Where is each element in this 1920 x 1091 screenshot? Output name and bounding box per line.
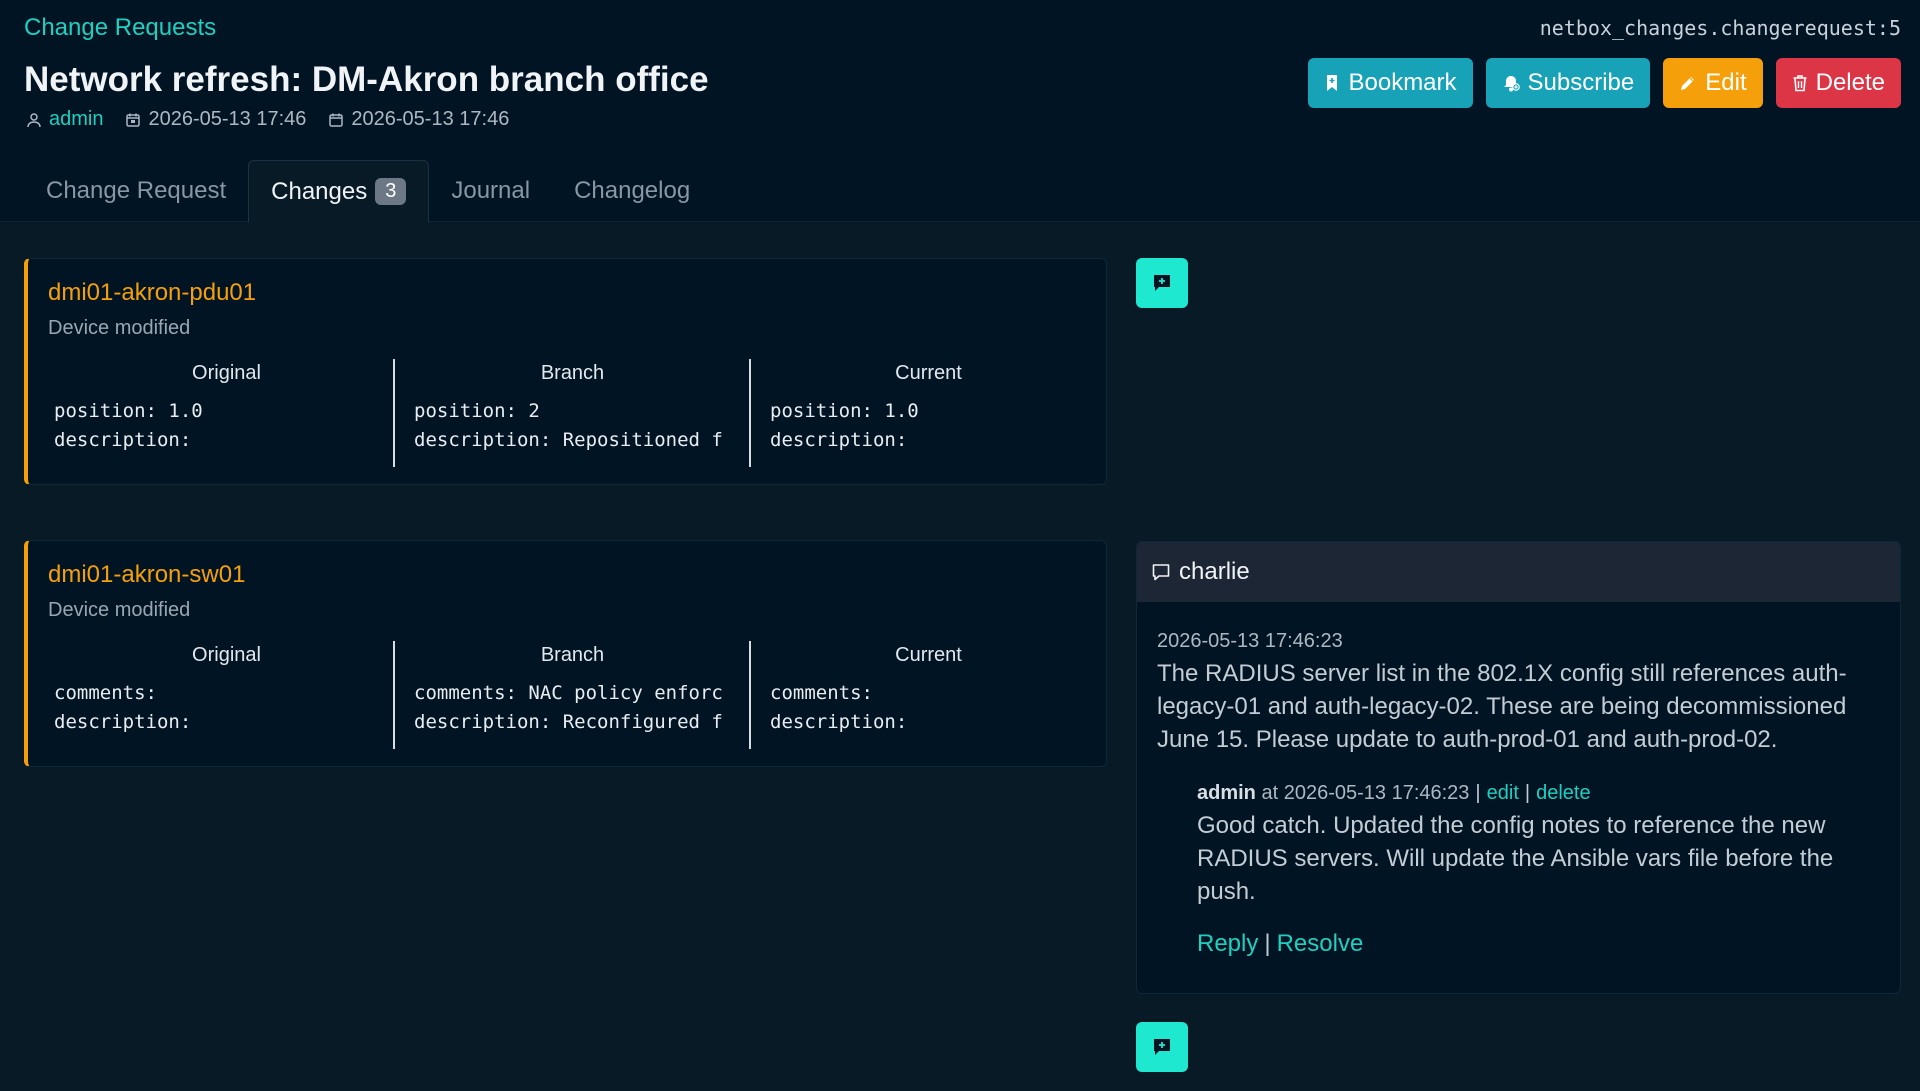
tab-label: Change Request	[46, 177, 227, 204]
tab-change-request[interactable]: Change Request	[24, 160, 248, 222]
tab-label: Changes	[271, 177, 368, 205]
column-header-original: Original	[192, 362, 261, 384]
meta-modified-date: 2026-05-13 17:46	[351, 108, 510, 130]
subscribe-label: Subscribe	[1527, 69, 1635, 96]
thread-header: charlie	[1137, 542, 1900, 602]
comment-add-icon	[1154, 1039, 1170, 1055]
user-icon	[27, 112, 41, 127]
comment-text: The RADIUS server list in the 802.1X con…	[1157, 660, 1847, 753]
tab-label: Journal	[451, 177, 531, 204]
diff-current-values: position: 1.0 description:	[770, 400, 919, 451]
bookmark-label: Bookmark	[1348, 69, 1457, 96]
add-comment-button[interactable]	[1136, 1022, 1188, 1072]
tab-journal[interactable]: Journal	[429, 160, 552, 222]
thread-author: charlie	[1179, 558, 1250, 585]
page-header: Change Requests netbox_changes.changereq…	[0, 0, 1920, 223]
comment-reply: admin at 2026-05-13 17:46:23 | edit | delete…	[1197, 782, 1880, 958]
diff-current: Current position: 1.0 description:	[749, 359, 1106, 467]
change-action: Device modified	[48, 317, 191, 339]
action-buttons: Bookmark Subscribe Edit Delete	[1308, 58, 1901, 108]
reply-delete-link[interactable]: delete	[1536, 782, 1591, 804]
edit-button[interactable]: Edit	[1663, 58, 1763, 108]
delete-button[interactable]: Delete	[1775, 58, 1901, 108]
reply-timestamp: at 2026-05-13 17:46:23	[1261, 782, 1470, 804]
breadcrumb[interactable]: Change Requests	[24, 14, 216, 42]
calendar-edit-icon	[329, 113, 344, 127]
separator: |	[1524, 782, 1531, 804]
delete-label: Delete	[1815, 69, 1885, 96]
tab-bar: Change Request Changes 3 Journal Changel…	[24, 160, 712, 223]
comment-thread: charlie 2026-05-13 17:46:23 The RADIUS s…	[1136, 541, 1901, 994]
meta-created-date: 2026-05-13 17:46	[148, 108, 307, 130]
pencil-icon	[1681, 77, 1695, 90]
comment-timestamp: 2026-05-13 17:46:23	[1157, 630, 1343, 652]
diff-branch-values: position: 2 description: Repositioned f	[414, 400, 723, 451]
diff-branch: Branch comments: NAC policy enforc descr…	[393, 641, 750, 749]
changes-count-badge: 3	[375, 178, 407, 205]
separator: |	[1264, 930, 1271, 957]
comment-icon	[1152, 564, 1170, 581]
meta-modified: 2026-05-13 17:46	[328, 108, 509, 131]
thread-body: 2026-05-13 17:46:23 The RADIUS server li…	[1137, 602, 1900, 958]
add-comment-button[interactable]	[1136, 258, 1188, 308]
change-object-link[interactable]: dmi01-akron-pdu01	[48, 279, 256, 307]
change-card: dmi01-akron-sw01 Device modified Origina…	[24, 540, 1107, 767]
meta-created: 2026-05-13 17:46	[125, 108, 306, 131]
reply-author: admin	[1197, 782, 1256, 804]
column-header-current: Current	[895, 362, 962, 384]
object-meta: admin 2026-05-13 17:46 2026-05-13 17:46	[26, 108, 531, 131]
thread-actions: Reply | Resolve	[1197, 930, 1880, 958]
bell-plus-icon	[1503, 76, 1520, 92]
edit-label: Edit	[1705, 69, 1747, 96]
change-card: dmi01-akron-pdu01 Device modified Origin…	[24, 258, 1107, 485]
trash-icon	[1793, 75, 1807, 92]
column-header-branch: Branch	[540, 362, 605, 384]
reply-meta: admin at 2026-05-13 17:46:23 | edit | delete	[1197, 782, 1880, 805]
column-header-original: Original	[192, 644, 261, 666]
tab-changelog[interactable]: Changelog	[552, 160, 712, 222]
diff-current: Current comments: description:	[749, 641, 1106, 749]
meta-user-link[interactable]: admin	[49, 108, 103, 131]
bookmark-icon	[1327, 75, 1338, 91]
column-header-current: Current	[895, 644, 962, 666]
calendar-icon	[126, 113, 141, 127]
meta-user: admin	[26, 108, 103, 131]
diff-original-values: position: 1.0 description:	[54, 400, 203, 451]
page-title: Network refresh: DM-Akron branch office	[24, 60, 709, 99]
comment-add-icon	[1154, 275, 1170, 291]
column-header-branch: Branch	[540, 644, 605, 666]
reply-text: Good catch. Updated the config notes to …	[1197, 812, 1834, 905]
resolve-link[interactable]: Resolve	[1277, 930, 1364, 957]
reply-link[interactable]: Reply	[1197, 930, 1258, 957]
diff-branch: Branch position: 2 description: Repositi…	[393, 359, 750, 467]
tab-changes[interactable]: Changes 3	[248, 160, 430, 223]
bookmark-button[interactable]: Bookmark	[1308, 58, 1473, 108]
reply-edit-link[interactable]: edit	[1487, 782, 1519, 804]
diff-original-values: comments: description:	[54, 682, 192, 733]
object-identifier: netbox_changes.changerequest:5	[1539, 16, 1901, 40]
change-object-link[interactable]: dmi01-akron-sw01	[48, 561, 245, 589]
diff-branch-values: comments: NAC policy enforc description:…	[414, 682, 723, 733]
subscribe-button[interactable]: Subscribe	[1485, 58, 1651, 108]
diff-current-values: comments: description:	[770, 682, 908, 733]
separator: |	[1475, 782, 1481, 804]
diff-original: Original position: 1.0 description:	[48, 359, 405, 467]
diff-original: Original comments: description:	[48, 641, 405, 749]
tab-label: Changelog	[574, 177, 691, 204]
change-action: Device modified	[48, 599, 191, 621]
